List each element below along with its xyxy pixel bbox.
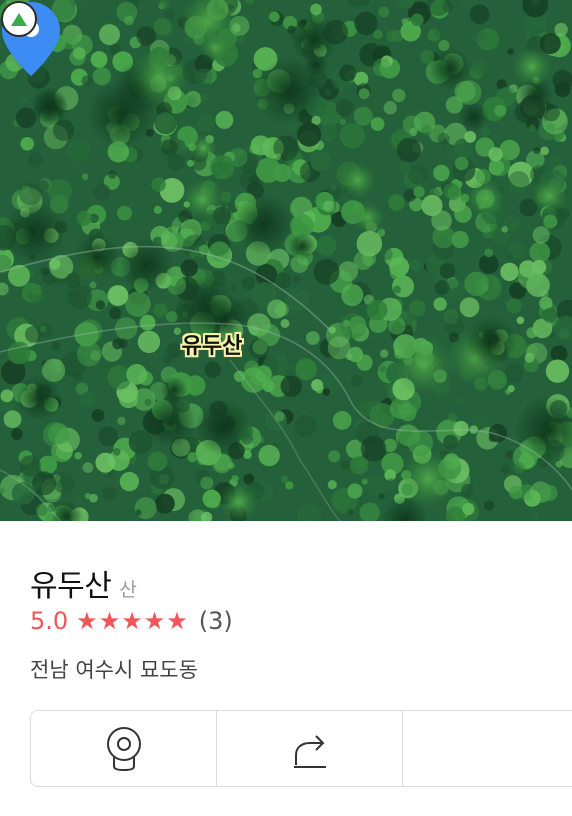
rating-value: 5.0 — [30, 607, 69, 635]
rating-row[interactable]: 5.0 ★★★★★ (3) — [30, 607, 233, 635]
place-address: 전남 여수시 묘도동 — [30, 658, 198, 682]
share-button[interactable] — [217, 711, 404, 786]
review-count[interactable]: (3) — [199, 607, 233, 635]
rating-stars: ★★★★★ — [76, 607, 189, 635]
street-view-button[interactable] — [31, 711, 218, 786]
map-poi-label[interactable]: 유두산 — [160, 328, 264, 360]
street-view-icon — [106, 726, 141, 771]
action-bar — [30, 710, 572, 787]
more-button[interactable] — [403, 711, 572, 786]
satellite-imagery — [0, 0, 572, 521]
mountain-icon[interactable] — [0, 0, 38, 38]
map-view[interactable]: 유두산 — [0, 0, 572, 521]
place-name: 유두산 — [30, 569, 112, 604]
place-title-row: 유두산 산 — [30, 561, 137, 605]
share-icon — [293, 734, 326, 768]
place-category: 산 — [119, 579, 137, 601]
place-info-panel: 유두산 산 5.0 ★★★★★ (3) 전남 여수시 묘도동 — [0, 521, 572, 816]
